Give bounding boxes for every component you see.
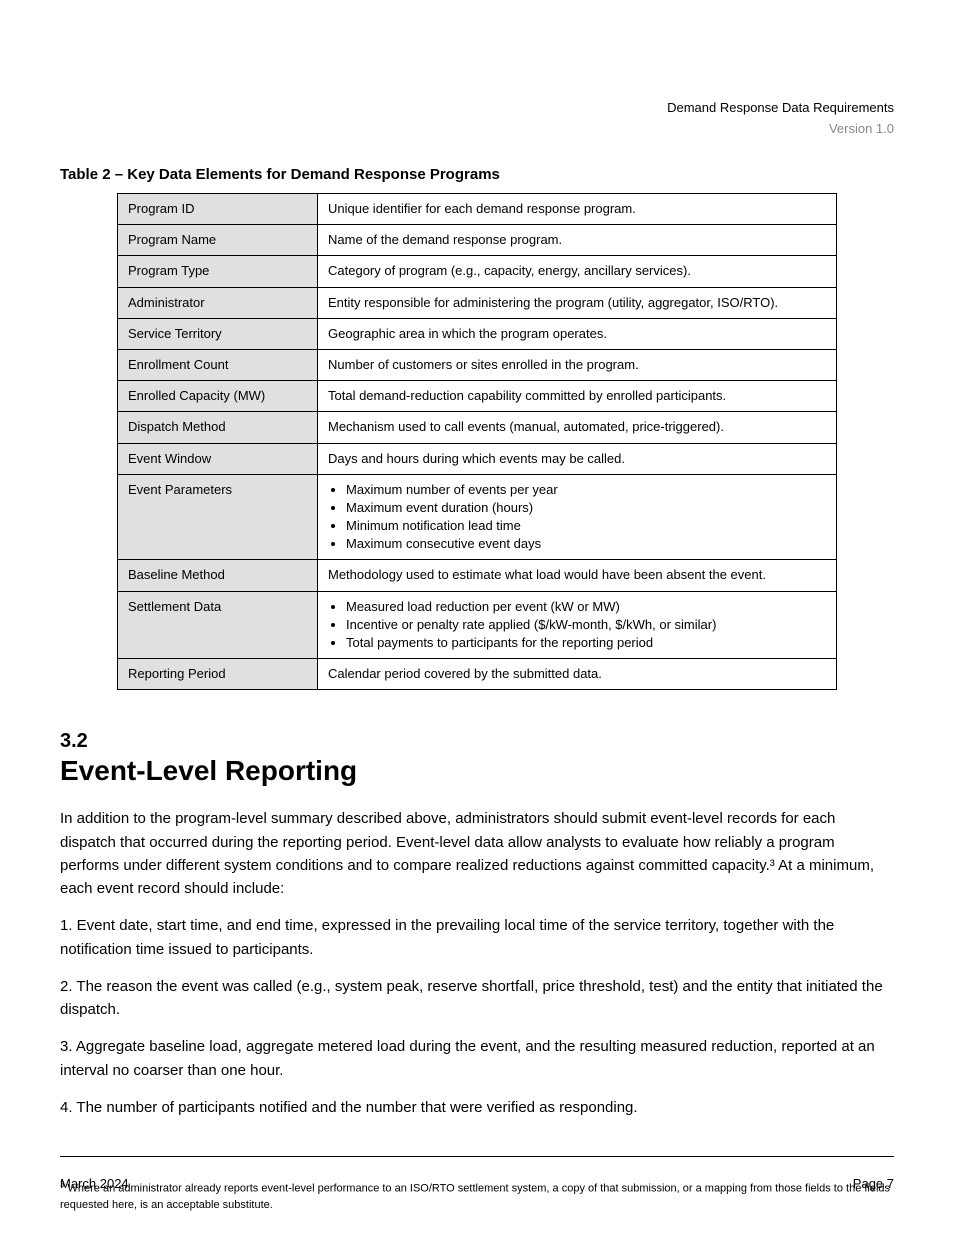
table-row: Service TerritoryGeographic area in whic… bbox=[118, 318, 837, 349]
table-row: AdministratorEntity responsible for admi… bbox=[118, 287, 837, 318]
footer-right: Page 7 bbox=[853, 1176, 894, 1191]
table-row: Event WindowDays and hours during which … bbox=[118, 443, 837, 474]
list-item: Maximum consecutive event days bbox=[346, 535, 826, 553]
list-item: Maximum number of events per year bbox=[346, 481, 826, 499]
section-number: 3.2 bbox=[60, 730, 894, 753]
row-label: Enrolled Capacity (MW) bbox=[118, 381, 318, 412]
page-footer: March 2024 Page 7 bbox=[60, 1176, 894, 1191]
row-value: Mechanism used to call events (manual, a… bbox=[318, 412, 837, 443]
row-value: Calendar period covered by the submitted… bbox=[318, 659, 837, 690]
footer-rule bbox=[60, 1156, 894, 1157]
table-title: Table 2 – Key Data Elements for Demand R… bbox=[60, 166, 894, 183]
table-row: Enrolled Capacity (MW)Total demand-reduc… bbox=[118, 381, 837, 412]
list-item: Measured load reduction per event (kW or… bbox=[346, 598, 826, 616]
spec-table: Program IDUnique identifier for each dem… bbox=[117, 193, 837, 690]
row-label: Dispatch Method bbox=[118, 412, 318, 443]
table-row: Enrollment CountNumber of customers or s… bbox=[118, 349, 837, 380]
row-value: Methodology used to estimate what load w… bbox=[318, 560, 837, 591]
row-label: Enrollment Count bbox=[118, 349, 318, 380]
row-value: Unique identifier for each demand respon… bbox=[318, 194, 837, 225]
section-title: Event-Level Reporting bbox=[60, 755, 894, 787]
row-label: Event Window bbox=[118, 443, 318, 474]
footer-left: March 2024 bbox=[60, 1176, 129, 1191]
row-value: Category of program (e.g., capacity, ene… bbox=[318, 256, 837, 287]
row-label: Baseline Method bbox=[118, 560, 318, 591]
row-label: Program ID bbox=[118, 194, 318, 225]
row-label: Event Parameters bbox=[118, 474, 318, 560]
row-value: Total demand-reduction capability commit… bbox=[318, 381, 837, 412]
table-row: Settlement Data Measured load reduction p… bbox=[118, 591, 837, 659]
row-label: Program Type bbox=[118, 256, 318, 287]
list-item: Maximum event duration (hours) bbox=[346, 499, 826, 517]
row-value: Name of the demand response program. bbox=[318, 225, 837, 256]
table-row: Baseline MethodMethodology used to estim… bbox=[118, 560, 837, 591]
row-value: Entity responsible for administering the… bbox=[318, 287, 837, 318]
row-label: Settlement Data bbox=[118, 591, 318, 659]
numbered-item: 1. Event date, start time, and end time,… bbox=[60, 914, 894, 961]
table-row: Dispatch MethodMechanism used to call ev… bbox=[118, 412, 837, 443]
list-item: Total payments to participants for the r… bbox=[346, 634, 826, 652]
row-label: Program Name bbox=[118, 225, 318, 256]
row-label: Reporting Period bbox=[118, 659, 318, 690]
section-para: In addition to the program-level summary… bbox=[60, 807, 894, 900]
row-label: Service Territory bbox=[118, 318, 318, 349]
table-row: Program NameName of the demand response … bbox=[118, 225, 837, 256]
row-value: Number of customers or sites enrolled in… bbox=[318, 349, 837, 380]
row-value: Days and hours during which events may b… bbox=[318, 443, 837, 474]
list-item: Incentive or penalty rate applied ($/kW-… bbox=[346, 616, 826, 634]
table-row: Program IDUnique identifier for each dem… bbox=[118, 194, 837, 225]
row-value: Measured load reduction per event (kW or… bbox=[318, 591, 837, 659]
row-label: Administrator bbox=[118, 287, 318, 318]
numbered-item: 2. The reason the event was called (e.g.… bbox=[60, 975, 894, 1022]
doc-version: Version 1.0 bbox=[60, 121, 894, 136]
table-row: Reporting PeriodCalendar period covered … bbox=[118, 659, 837, 690]
table-row: Event ParametersMaximum number of events… bbox=[118, 474, 837, 560]
row-value: Geographic area in which the program ope… bbox=[318, 318, 837, 349]
doc-title: Demand Response Data Requirements bbox=[60, 100, 894, 115]
numbered-item: 4. The number of participants notified a… bbox=[60, 1096, 894, 1119]
list-item: Minimum notification lead time bbox=[346, 517, 826, 535]
numbered-item: 3. Aggregate baseline load, aggregate me… bbox=[60, 1035, 894, 1082]
row-value: Maximum number of events per yearMaximum… bbox=[318, 474, 837, 560]
table-row: Program TypeCategory of program (e.g., c… bbox=[118, 256, 837, 287]
